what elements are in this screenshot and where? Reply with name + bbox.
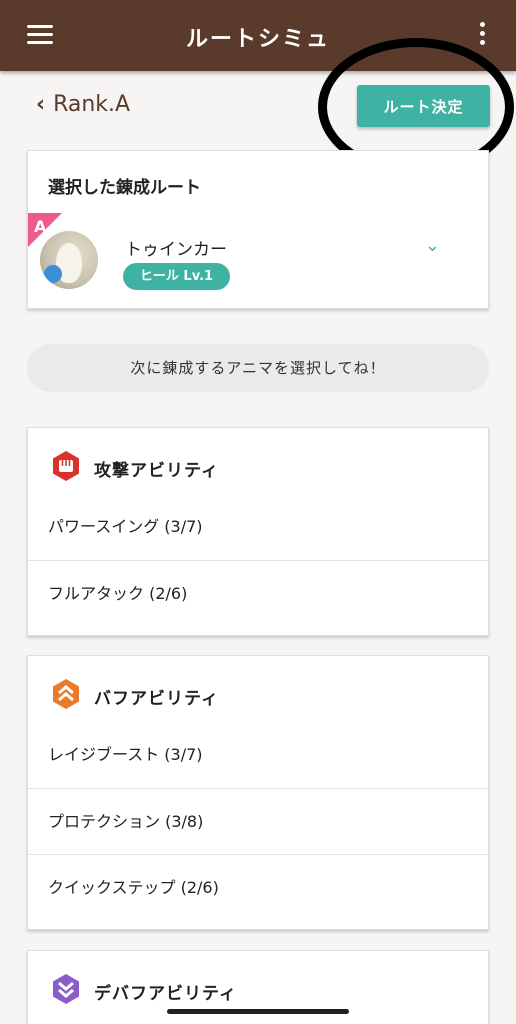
blue-blob-figure	[44, 265, 62, 283]
chevron-up-buff-icon	[53, 679, 79, 709]
category-header: 攻撃アビリティ	[28, 428, 488, 506]
route-card-heading: 選択した錬成ルート	[48, 178, 201, 198]
selected-route-card: 選択した錬成ルート A トゥインカー ヒール Lv.1 ⌄	[27, 150, 489, 309]
category-title: デバフアビリティ	[94, 984, 237, 1004]
chevron-left-icon: ‹	[36, 92, 46, 117]
character-avatar	[40, 231, 98, 289]
attack-ability-card: 攻撃アビリティ パワースイング (3/7) フルアタック (2/6)	[27, 427, 489, 636]
ability-row[interactable]: クイックステップ (2/6)	[28, 854, 488, 920]
selection-hint-banner: 次に錬成するアニマを選択してね！	[27, 344, 489, 392]
back-link[interactable]: ‹ Rank.A	[36, 92, 130, 117]
kebab-more-icon[interactable]	[478, 22, 486, 48]
app-bar: ルートシミュ	[0, 0, 516, 71]
chevron-down-icon[interactable]: ⌄	[425, 235, 440, 256]
category-header: バフアビリティ	[28, 656, 488, 734]
character-name: トゥインカー	[125, 240, 227, 260]
home-indicator[interactable]	[167, 1009, 349, 1014]
fist-attack-icon	[53, 451, 79, 481]
category-title: 攻撃アビリティ	[94, 461, 219, 481]
ability-row[interactable]: フルアタック (2/6)	[28, 560, 488, 626]
skill-badge: ヒール Lv.1	[123, 263, 230, 290]
back-label: Rank.A	[53, 92, 131, 117]
category-title: バフアビリティ	[94, 689, 219, 709]
route-decide-button[interactable]: ルート決定	[357, 85, 490, 127]
rank-badge-letter: A	[34, 217, 47, 236]
ability-row[interactable]: レイジブースト (3/7)	[28, 734, 488, 788]
ability-row[interactable]: パワースイング (3/7)	[28, 506, 488, 560]
buff-ability-card: バフアビリティ レイジブースト (3/7) プロテクション (3/8) クイック…	[27, 655, 489, 930]
ability-row[interactable]: プロテクション (3/8)	[28, 788, 488, 854]
chevron-down-debuff-icon	[53, 974, 79, 1004]
page-title: ルートシミュ	[185, 27, 330, 52]
